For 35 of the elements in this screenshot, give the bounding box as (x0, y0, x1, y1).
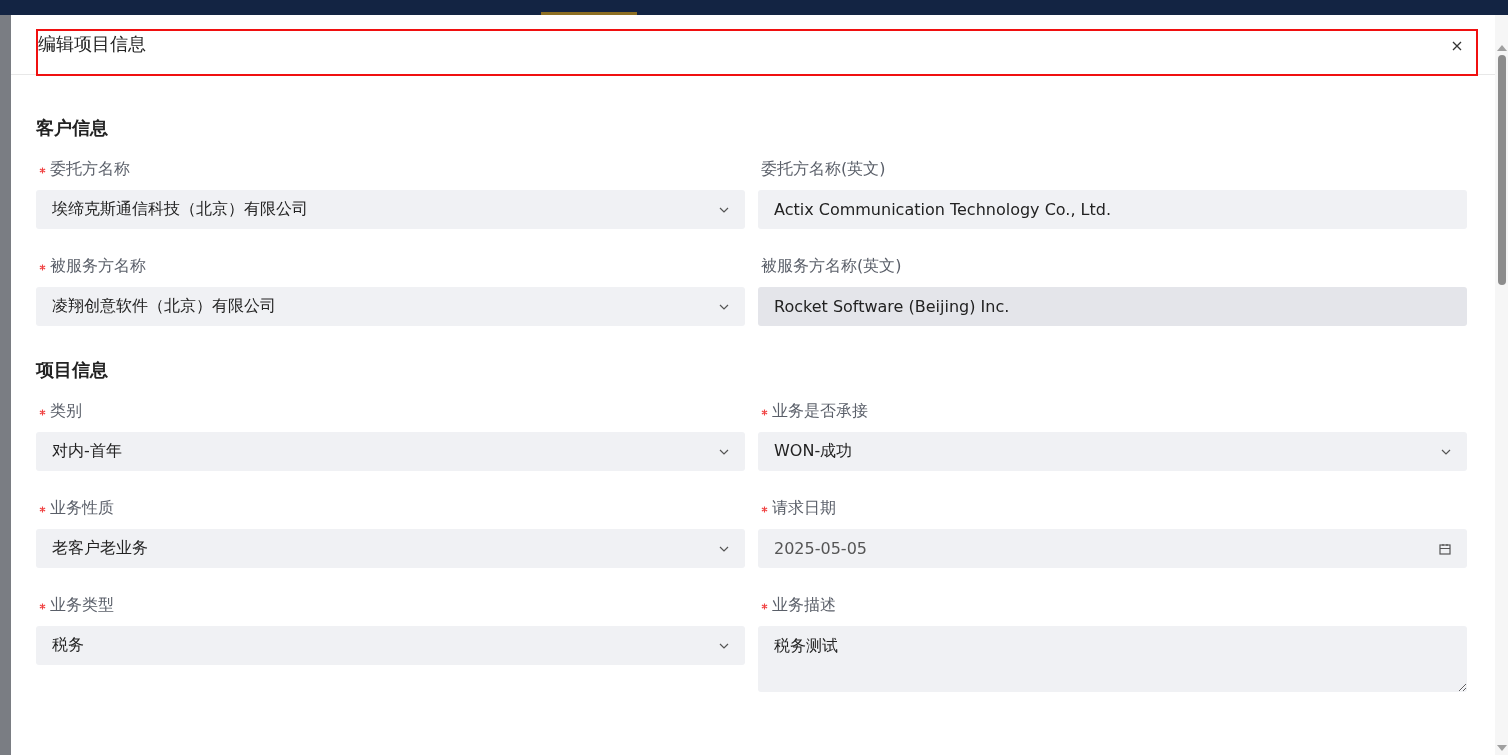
scroll-up-icon[interactable] (1496, 45, 1507, 51)
field-label: 被服务方名称(英文) (761, 255, 902, 277)
text-area[interactable]: 税务测试 (758, 626, 1467, 692)
dialog-title: 编辑项目信息 (38, 32, 146, 56)
field-label: 请求日期 (772, 497, 836, 519)
chevron-down-icon (1441, 448, 1451, 455)
select-field[interactable]: WON-成功 (758, 432, 1467, 471)
select-field[interactable]: 税务 (36, 626, 745, 665)
section-title: 项目信息 (36, 358, 109, 382)
scrollbar[interactable] (1495, 15, 1508, 755)
input-field[interactable]: Actix Communication Technology Co., Ltd. (758, 190, 1467, 229)
chevron-down-icon (719, 206, 729, 213)
close-icon[interactable] (1452, 41, 1462, 51)
field-label: 业务是否承接 (772, 400, 868, 422)
select-field[interactable]: 老客户老业务 (36, 529, 745, 568)
select-field[interactable]: 对内-首年 (36, 432, 745, 471)
select-field[interactable]: 埃缔克斯通信科技（北京）有限公司 (36, 190, 745, 229)
field-label: 业务描述 (772, 594, 836, 616)
date-field[interactable]: 2025-05-05 (758, 529, 1467, 568)
input-field[interactable]: Rocket Software (Beijing) Inc. (758, 287, 1467, 326)
field-label: 委托方名称(英文) (761, 158, 886, 180)
chevron-down-icon (719, 642, 729, 649)
field-label: 类别 (50, 400, 82, 422)
field-label: 业务性质 (50, 497, 114, 519)
section-title: 客户信息 (36, 116, 109, 140)
calendar-icon (1439, 542, 1451, 555)
field-label: 业务类型 (50, 594, 114, 616)
scrollbar-thumb[interactable] (1497, 55, 1506, 285)
field-label: 被服务方名称 (50, 255, 146, 277)
select-field[interactable]: 凌翔创意软件（北京）有限公司 (36, 287, 745, 326)
chevron-down-icon (719, 448, 729, 455)
chevron-down-icon (719, 303, 729, 310)
chevron-down-icon (719, 545, 729, 552)
scroll-down-icon[interactable] (1496, 745, 1507, 751)
field-label: 委托方名称 (50, 158, 130, 180)
